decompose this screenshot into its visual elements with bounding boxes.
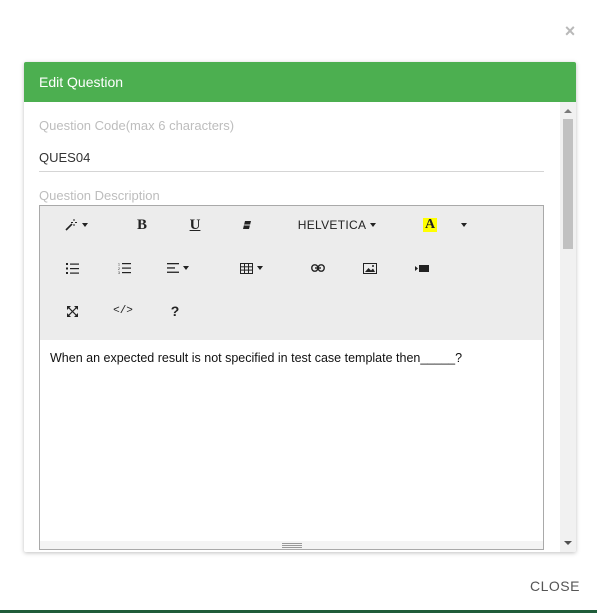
code-view-button[interactable]: </> <box>110 299 136 323</box>
video-button[interactable] <box>412 256 432 280</box>
ordered-list-icon: 1 2 3 <box>118 263 131 274</box>
question-description-label: Question Description <box>39 188 160 203</box>
chevron-down-icon <box>82 223 88 227</box>
question-code-label: Question Code(max 6 characters) <box>39 118 235 133</box>
link-button[interactable] <box>308 256 328 280</box>
card-scrollbar[interactable] <box>560 102 576 552</box>
picture-icon <box>363 262 377 274</box>
editor-resize-handle[interactable] <box>40 541 543 549</box>
eraser-icon <box>243 221 251 229</box>
edit-question-card: Edit Question Question Code(max 6 charac… <box>24 62 576 552</box>
scroll-down-icon[interactable] <box>564 541 572 545</box>
resize-grip-icon <box>282 543 302 548</box>
help-button[interactable]: ? <box>165 299 185 323</box>
table-dropdown[interactable] <box>237 256 265 280</box>
ordered-list-button[interactable]: 1 2 3 <box>114 256 134 280</box>
underline-button[interactable]: U <box>185 213 205 237</box>
table-icon <box>239 262 253 274</box>
card-title: Edit Question <box>24 62 576 102</box>
magic-wand-icon <box>65 219 77 231</box>
chevron-down-icon <box>183 266 189 270</box>
style-dropdown-button[interactable] <box>62 213 90 237</box>
unordered-list-icon <box>65 262 79 274</box>
text-color-dropdown[interactable] <box>456 213 472 237</box>
picture-button[interactable] <box>360 256 380 280</box>
chevron-down-icon <box>461 223 467 227</box>
fullscreen-button[interactable] <box>62 299 82 323</box>
scroll-thumb[interactable] <box>563 119 573 249</box>
font-family-dropdown[interactable]: HELVETICA <box>292 213 382 237</box>
bold-button[interactable]: B <box>132 213 152 237</box>
rich-text-editor: B U HELVETICA A 1 2 3 </> ? When an expe… <box>39 205 544 550</box>
font-name-label: HELVETICA <box>297 218 367 232</box>
svg-text:3: 3 <box>118 271 120 274</box>
video-icon <box>415 264 429 272</box>
dialog-close-icon[interactable]: × <box>562 22 578 40</box>
close-button[interactable]: CLOSE <box>530 578 580 594</box>
editor-toolbar: B U HELVETICA A 1 2 3 </> ? <box>40 206 543 340</box>
chevron-down-icon <box>256 266 263 270</box>
unordered-list-button[interactable] <box>62 256 82 280</box>
text-color-button[interactable]: A <box>420 213 440 237</box>
text-color-label: A <box>422 217 438 232</box>
editor-content[interactable]: When an expected result is not specified… <box>50 351 533 365</box>
align-left-icon <box>167 263 179 273</box>
scroll-up-icon[interactable] <box>564 109 572 113</box>
clear-format-button[interactable] <box>237 213 257 237</box>
question-code-input[interactable] <box>39 144 544 172</box>
link-icon <box>311 264 325 272</box>
card-body: Question Code(max 6 characters) Question… <box>24 102 560 552</box>
chevron-down-icon <box>370 223 377 227</box>
paragraph-dropdown[interactable] <box>164 256 192 280</box>
expand-icon <box>66 305 78 317</box>
